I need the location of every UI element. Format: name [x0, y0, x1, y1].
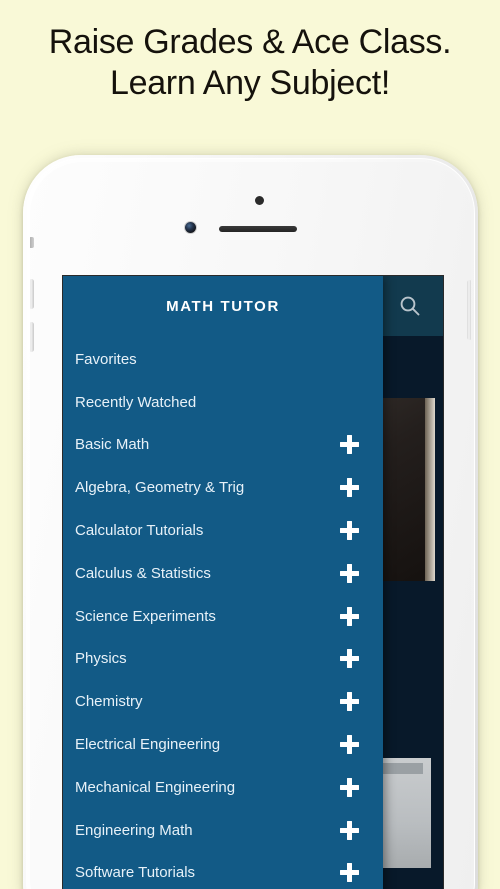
drawer-title: MATH TUTOR	[166, 297, 280, 315]
drawer-item-chemistry[interactable]: Chemistry	[63, 680, 383, 723]
headline-line-1: Raise Grades & Ace Class.	[48, 23, 452, 61]
drawer-item-label: Physics	[75, 650, 127, 668]
proximity-sensor-icon	[255, 196, 264, 205]
drawer-item-label: Software Tutorials	[75, 864, 196, 882]
drawer-item-mechanical-engineering[interactable]: Mechanical Engineering	[63, 766, 383, 809]
search-icon[interactable]	[399, 295, 421, 317]
front-camera-icon	[185, 222, 196, 233]
drawer-item-label: Favorites	[75, 350, 137, 368]
page-title: Raise Grades & Ace Class. Learn Any Subj…	[0, 22, 500, 105]
drawer-item-label: Algebra, Geometry & Trig	[75, 479, 245, 497]
drawer-item-physics[interactable]: Physics	[63, 638, 383, 681]
plus-icon[interactable]	[340, 735, 359, 755]
drawer-item-label: Science Experiments	[75, 607, 216, 625]
drawer-item-engineering-math[interactable]: Engineering Math	[63, 809, 383, 852]
drawer-item-favorites[interactable]: Favorites	[63, 338, 383, 381]
drawer-item-label: Engineering Math	[75, 821, 193, 839]
plus-icon[interactable]	[340, 435, 359, 455]
drawer-item-algebra-geometry-trig[interactable]: Algebra, Geometry & Trig	[63, 466, 383, 509]
plus-icon[interactable]	[340, 863, 359, 883]
silent-switch[interactable]	[30, 237, 34, 248]
drawer-item-label: Calculus & Statistics	[75, 564, 211, 582]
drawer-item-electrical-engineering[interactable]: Electrical Engineering	[63, 723, 383, 766]
navigation-drawer: MATH TUTOR Favorites Recently Watched Basi…	[63, 276, 383, 889]
headline-line-2: Learn Any Subject!	[109, 64, 390, 103]
drawer-menu: Favorites Recently Watched Basic Math Algeb…	[63, 336, 383, 889]
plus-icon[interactable]	[340, 777, 359, 797]
drawer-item-label: Calculator Tutorials	[75, 522, 204, 540]
volume-down-button[interactable]	[30, 322, 34, 352]
drawer-item-label: Basic Math	[75, 436, 150, 454]
earpiece-speaker-icon	[219, 226, 297, 232]
plus-icon[interactable]	[340, 478, 359, 498]
plus-icon[interactable]	[340, 820, 359, 840]
phone-body: work, on, Statistics Volume 3 - Correlat…	[30, 162, 471, 889]
drawer-item-calculator-tutorials[interactable]: Calculator Tutorials	[63, 509, 383, 552]
phone-screen: work, on, Statistics Volume 3 - Correlat…	[62, 275, 444, 889]
plus-icon[interactable]	[340, 606, 359, 626]
drawer-item-recently-watched[interactable]: Recently Watched	[63, 381, 383, 424]
power-button[interactable]	[467, 280, 471, 340]
plus-icon[interactable]	[340, 649, 359, 669]
volume-up-button[interactable]	[30, 279, 34, 309]
plus-icon[interactable]	[340, 692, 359, 712]
drawer-item-label: Recently Watched	[75, 393, 197, 411]
plus-icon[interactable]	[340, 563, 359, 583]
antenna-band-top-left	[46, 162, 57, 166]
phone-mockup: work, on, Statistics Volume 3 - Correlat…	[23, 155, 478, 889]
drawer-item-label: Electrical Engineering	[75, 736, 221, 754]
antenna-band-top-right	[444, 162, 455, 166]
drawer-item-science-experiments[interactable]: Science Experiments	[63, 595, 383, 638]
drawer-item-basic-math[interactable]: Basic Math	[63, 424, 383, 467]
drawer-item-label: Chemistry	[75, 693, 143, 711]
plus-icon[interactable]	[340, 521, 359, 541]
drawer-header: MATH TUTOR	[63, 276, 383, 336]
thumbnail-edge	[425, 398, 435, 581]
drawer-item-software-tutorials[interactable]: Software Tutorials	[63, 852, 383, 889]
drawer-item-calculus-statistics[interactable]: Calculus & Statistics	[63, 552, 383, 595]
drawer-item-label: Mechanical Engineering	[75, 778, 236, 796]
